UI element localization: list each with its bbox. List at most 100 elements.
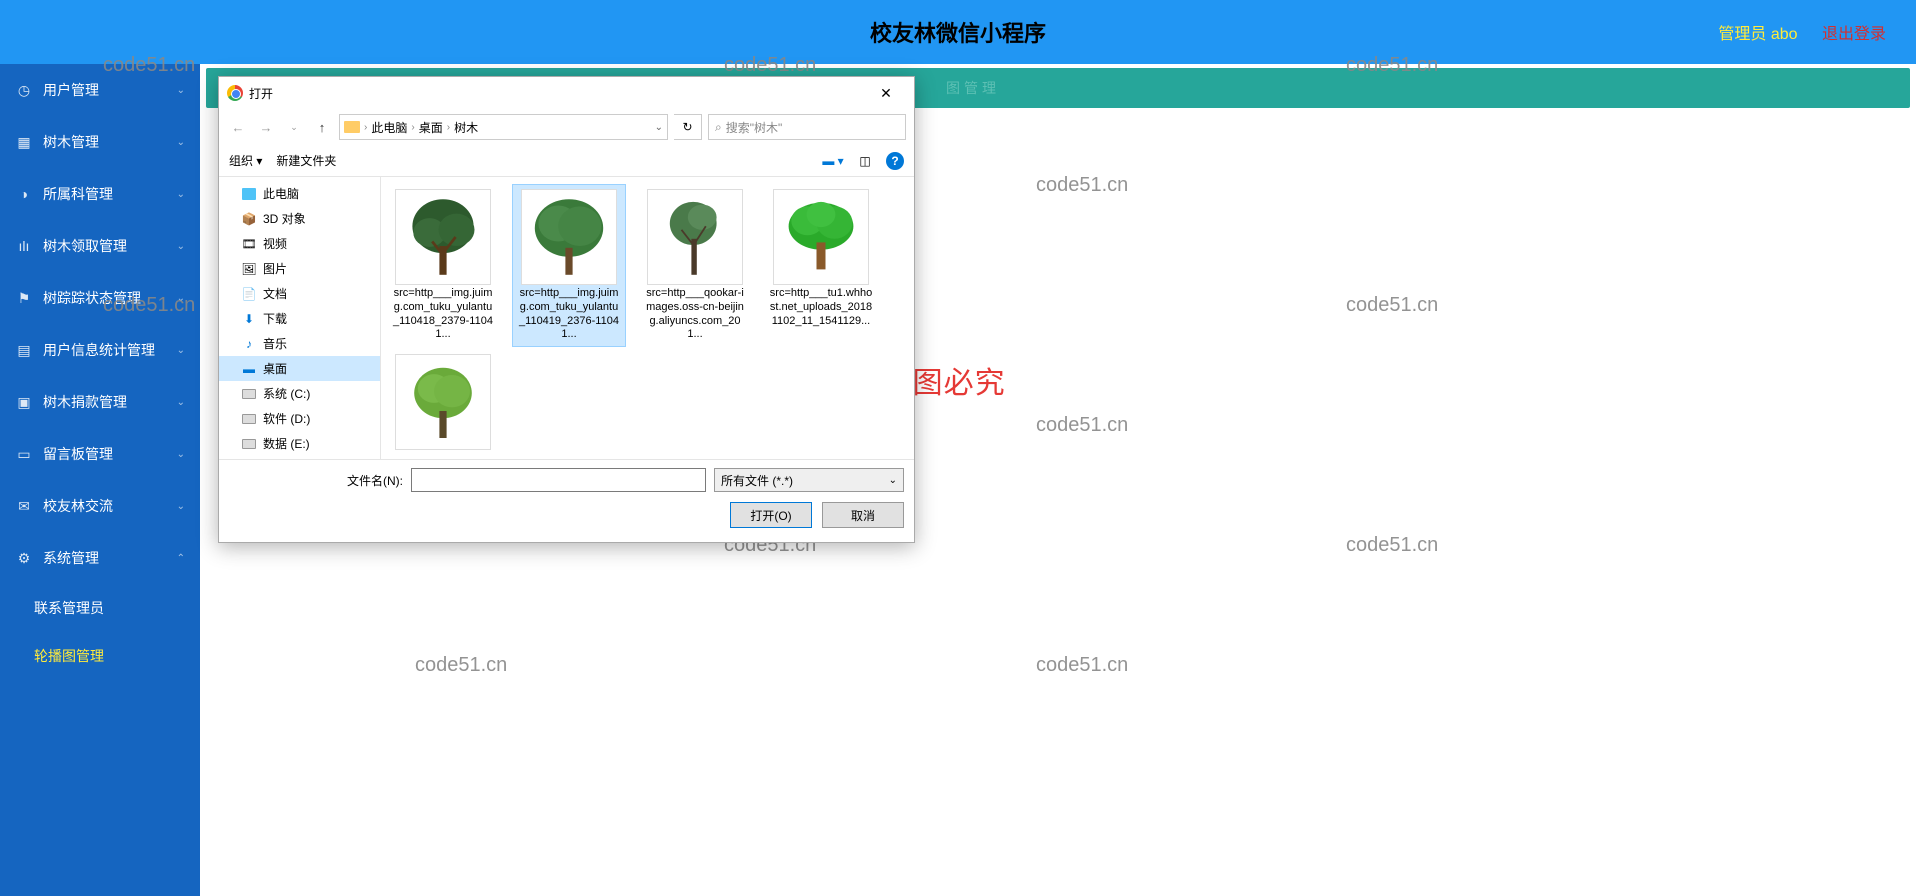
file-thumbnail: [647, 189, 743, 285]
nav-label: 图片: [263, 260, 287, 277]
chevron-down-icon: ⌄: [177, 189, 185, 200]
nav-images[interactable]: 🖼 图片: [219, 256, 380, 281]
nav-3d[interactable]: 📦3D 对象: [219, 206, 380, 231]
file-item[interactable]: src=http___qookar-images.oss-cn-beijing.…: [639, 185, 751, 346]
file-name: src=http___img.juimg.com_tuku_yulantu_11…: [517, 287, 621, 342]
nav-label: 音乐: [263, 335, 287, 352]
file-thumbnail: [395, 354, 491, 450]
file-item[interactable]: src=http___img.juimg.com_tuku_yulantu_11…: [387, 185, 499, 346]
close-button[interactable]: ✕: [866, 79, 906, 107]
nav-stats[interactable]: ▤用户信息统计管理⌄: [0, 324, 200, 376]
nav-label: 下载: [263, 310, 287, 327]
chevron-down-icon: ⌄: [177, 293, 185, 304]
nav-disk-c[interactable]: 系统 (C:): [219, 381, 380, 406]
image-icon: 🖼: [241, 262, 257, 276]
nav-label: 用户管理: [43, 80, 99, 100]
doc-icon: 📄: [241, 287, 257, 301]
nav-disk-d[interactable]: 软件 (D:): [219, 406, 380, 431]
path-pc[interactable]: 此电脑: [371, 119, 407, 136]
nav-sub-carousel[interactable]: 轮播图管理: [0, 632, 200, 680]
newfolder-button[interactable]: 新建文件夹: [276, 152, 336, 169]
path-folder[interactable]: 树木: [454, 119, 478, 136]
desktop-icon: ▬: [241, 362, 257, 376]
path-desktop[interactable]: 桌面: [419, 119, 443, 136]
nav-dept[interactable]: ◑ 所属科管理 ⌄: [0, 168, 200, 220]
filename-input[interactable]: [411, 468, 706, 492]
nav-exchange[interactable]: ✉校友林交流⌄: [0, 480, 200, 532]
cancel-button[interactable]: 取消: [822, 502, 904, 528]
file-grid: src=http___img.juimg.com_tuku_yulantu_11…: [381, 177, 914, 459]
nav-label: 软件 (D:): [263, 410, 310, 427]
nav-donate[interactable]: ▣树木捐款管理⌄: [0, 376, 200, 428]
refresh-button[interactable]: ↻: [674, 114, 702, 140]
nav-label: 桌面: [263, 360, 287, 377]
search-placeholder: 搜索"树木": [726, 119, 783, 136]
check-icon: ◑: [15, 185, 33, 203]
nav-users[interactable]: ◷用户管理⌄: [0, 64, 200, 116]
nav-downloads[interactable]: ⬇下载: [219, 306, 380, 331]
view-mode-button[interactable]: ▬ ▾: [822, 152, 844, 170]
chevron-up-icon: ⌃: [177, 553, 185, 564]
admin-label[interactable]: 管理员 abo: [1718, 26, 1797, 43]
search-input[interactable]: ⌕ 搜索"树木": [708, 114, 906, 140]
up-button[interactable]: ↑: [311, 116, 333, 138]
nav-trees[interactable]: ▦树木管理⌄: [0, 116, 200, 168]
help-icon[interactable]: ?: [886, 152, 904, 170]
nav-this-pc[interactable]: 此电脑: [219, 181, 380, 206]
file-item[interactable]: [387, 350, 499, 456]
chevron-down-icon: ⌄: [177, 397, 185, 408]
file-name: src=http___tu1.whhost.net_uploads_201811…: [769, 287, 873, 328]
nav-label: 留言板管理: [43, 444, 113, 464]
nav-message[interactable]: ▭留言板管理⌄: [0, 428, 200, 480]
nav-video[interactable]: 🎞视频: [219, 231, 380, 256]
file-open-dialog: 打开 ✕ ← → ⌄ ↑ › 此电脑 › 桌面 › 树木 ⌄ ↻ ⌕ 搜索"树木…: [218, 76, 915, 543]
organize-button[interactable]: 组织 ▾: [229, 152, 262, 169]
nav-disk-e[interactable]: 数据 (E:): [219, 431, 380, 456]
nav-label: 系统 (C:): [263, 385, 310, 402]
dialog-titlebar: 打开 ✕: [219, 77, 914, 109]
flag-icon: ⚑: [15, 289, 33, 307]
video-icon: 🎞: [241, 237, 257, 251]
file-filter-select[interactable]: 所有文件 (*.*) ⌄: [714, 468, 904, 492]
nav-label: 所属科管理: [43, 184, 113, 204]
bars-icon: ılı: [15, 237, 33, 255]
nav-label: 用户信息统计管理: [43, 340, 155, 360]
sidebar: ◷用户管理⌄ ▦树木管理⌄ ◑ 所属科管理 ⌄ ılı 树木领取管理 ⌄ ⚑树踪踪状态管…: [0, 64, 200, 896]
logout-link[interactable]: 退出登录: [1822, 26, 1886, 43]
open-button[interactable]: 打开(O): [730, 502, 812, 528]
back-button[interactable]: ←: [227, 116, 249, 138]
header-right: 管理员 abo 退出登录: [1718, 20, 1886, 44]
nav-track[interactable]: ⚑树踪踪状态管理⌄: [0, 272, 200, 324]
file-item[interactable]: src=http___tu1.whhost.net_uploads_201811…: [765, 185, 877, 346]
gear-icon: ⚙: [15, 549, 33, 567]
chevron-down-icon: ⌄: [177, 137, 185, 148]
app-header: 校友林微信小程序 管理员 abo 退出登录: [0, 0, 1916, 64]
nav-music[interactable]: ♪音乐: [219, 331, 380, 356]
dialog-footer: 文件名(N): 所有文件 (*.*) ⌄ 打开(O) 取消: [219, 459, 914, 542]
cube-icon: 📦: [241, 212, 257, 226]
nav-label: 树木领取管理: [43, 236, 127, 256]
dialog-nav: 此电脑 📦3D 对象 🎞视频 🖼 图片 📄文档 ⬇下载 ♪音乐 ▬ 桌面 系统 (C…: [219, 177, 381, 459]
nav-system[interactable]: ⚙系统管理⌃: [0, 532, 200, 584]
dialog-path-row: ← → ⌄ ↑ › 此电脑 › 桌面 › 树木 ⌄ ↻ ⌕ 搜索"树木": [219, 109, 914, 145]
nav-sub-contact[interactable]: 联系管理员: [0, 584, 200, 632]
nav-label: 校友林交流: [43, 496, 113, 516]
filename-label: 文件名(N):: [229, 472, 403, 489]
search-icon: ⌕: [715, 120, 722, 135]
file-item[interactable]: src=http___img.juimg.com_tuku_yulantu_11…: [513, 185, 625, 346]
nav-label: 此电脑: [263, 185, 299, 202]
file-name: src=http___img.juimg.com_tuku_yulantu_11…: [391, 287, 495, 342]
nav-claim[interactable]: ılı树木领取管理⌄: [0, 220, 200, 272]
recent-button[interactable]: ⌄: [283, 116, 305, 138]
nav-desktop[interactable]: ▬ 桌面: [219, 356, 380, 381]
nav-docs[interactable]: 📄文档: [219, 281, 380, 306]
mail-icon: ✉: [15, 497, 33, 515]
path-sep: ›: [364, 122, 367, 133]
path-dropdown-icon[interactable]: ⌄: [655, 122, 663, 133]
path-box[interactable]: › 此电脑 › 桌面 › 树木 ⌄: [339, 114, 668, 140]
dialog-toolbar: 组织 ▾ 新建文件夹 ▬ ▾ ◫ ?: [219, 145, 914, 177]
preview-pane-button[interactable]: ◫: [854, 152, 876, 170]
chevron-down-icon: ⌄: [889, 475, 897, 486]
chrome-icon: [227, 85, 243, 101]
file-thumbnail: [773, 189, 869, 285]
